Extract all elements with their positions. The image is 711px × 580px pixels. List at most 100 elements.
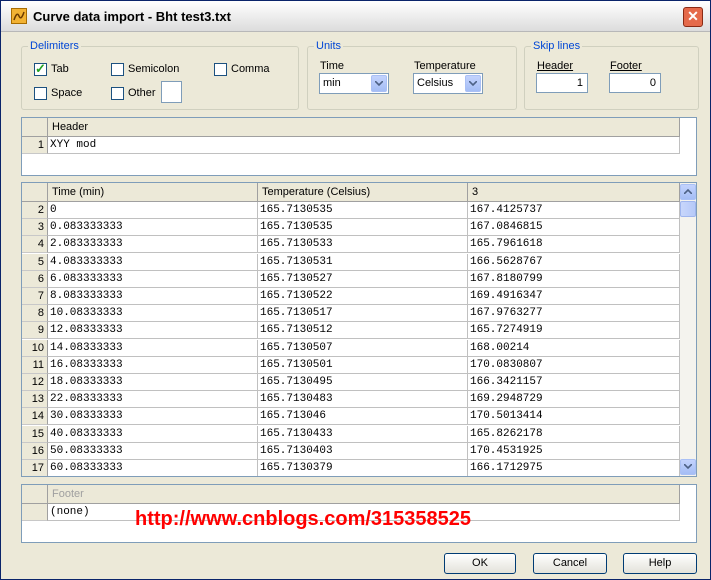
scroll-thumb[interactable] (680, 201, 696, 217)
time-cell[interactable]: 50.08333333 (48, 442, 258, 460)
column-3-cell[interactable]: 167.4125737 (468, 202, 680, 219)
temperature-cell[interactable]: 165.7130403 (258, 442, 468, 460)
time-unit-value: min (323, 77, 341, 89)
header-skip-label: Header (537, 60, 574, 72)
dialog-body: Delimiters Tab Semicolon Comma Space Oth… (1, 32, 710, 579)
temperature-cell[interactable]: 165.7130531 (258, 253, 468, 271)
column-3-cell[interactable]: 169.4916347 (468, 288, 680, 305)
row-number: 16 (22, 442, 48, 460)
time-cell[interactable]: 12.08333333 (48, 322, 258, 340)
footer-grid-corner (22, 485, 48, 504)
header-grid[interactable]: Header 1 XYY mod (21, 117, 697, 176)
curve-import-dialog: Curve data import - Bht test3.txt ✕ Deli… (0, 0, 711, 580)
chevron-down-icon[interactable] (371, 75, 387, 92)
temperature-cell[interactable]: 165.7130483 (258, 391, 468, 409)
time-unit-label: Time (320, 60, 345, 72)
column-3-cell[interactable]: 166.5628767 (468, 253, 680, 271)
temperature-cell[interactable]: 165.713046 (258, 408, 468, 426)
temperature-unit-select[interactable]: Celsius (413, 73, 483, 94)
time-cell[interactable]: 0.083333333 (48, 219, 258, 237)
title-bar[interactable]: Curve data import - Bht test3.txt ✕ (1, 1, 710, 32)
temperature-cell[interactable]: 165.7130433 (258, 425, 468, 443)
temperature-cell[interactable]: 165.7130512 (258, 322, 468, 340)
row-number: 4 (22, 236, 48, 254)
column-3-cell[interactable]: 165.8262178 (468, 425, 680, 443)
comma-label: Comma (231, 63, 270, 75)
time-cell[interactable]: 6.083333333 (48, 270, 258, 288)
time-cell[interactable]: 2.083333333 (48, 236, 258, 254)
column-3-cell[interactable]: 165.7274919 (468, 322, 680, 340)
data-grid-corner (22, 183, 48, 202)
help-button[interactable]: Help (623, 553, 697, 574)
row-number: 2 (22, 202, 48, 219)
skip-lines-legend: Skip lines (533, 40, 581, 52)
time-cell[interactable]: 22.08333333 (48, 391, 258, 409)
column-3-cell[interactable]: 170.4531925 (468, 442, 680, 460)
time-cell[interactable]: 60.08333333 (48, 460, 258, 476)
data-grid[interactable]: Time (min) Temperature (Celsius) 3 2 0 165… (21, 182, 697, 477)
temperature-cell[interactable]: 165.7130522 (258, 288, 468, 305)
column-3-cell[interactable]: 168.00214 (468, 339, 680, 357)
time-cell[interactable]: 40.08333333 (48, 425, 258, 443)
delimiters-group: Delimiters (21, 40, 299, 110)
column-header-temperature[interactable]: Temperature (Celsius) (258, 183, 468, 202)
header-grid-corner (22, 118, 48, 137)
space-checkbox[interactable] (34, 87, 47, 100)
temperature-cell[interactable]: 165.7130533 (258, 236, 468, 254)
header-grid-column[interactable]: Header (48, 118, 680, 137)
column-3-cell[interactable]: 165.7961618 (468, 236, 680, 254)
footer-row-number (22, 504, 48, 521)
window-title: Curve data import - Bht test3.txt (33, 9, 231, 24)
ok-button[interactable]: OK (444, 553, 516, 574)
time-cell[interactable]: 30.08333333 (48, 408, 258, 426)
temperature-cell[interactable]: 165.7130379 (258, 460, 468, 476)
tab-checkbox[interactable] (34, 61, 47, 77)
cancel-button[interactable]: Cancel (533, 553, 607, 574)
column-3-cell[interactable]: 166.3421157 (468, 374, 680, 391)
column-3-cell[interactable]: 167.8180799 (468, 270, 680, 288)
temperature-cell[interactable]: 165.7130495 (258, 374, 468, 391)
time-cell[interactable]: 14.08333333 (48, 339, 258, 357)
temperature-cell[interactable]: 165.7130501 (258, 356, 468, 374)
semicolon-checkbox[interactable] (111, 63, 124, 76)
temperature-cell[interactable]: 165.7130535 (258, 219, 468, 237)
temperature-unit-value: Celsius (417, 77, 454, 89)
footer-skip-input[interactable]: 0 (609, 73, 661, 93)
time-cell[interactable]: 16.08333333 (48, 356, 258, 374)
row-number: 10 (22, 339, 48, 357)
column-3-cell[interactable]: 167.9763277 (468, 305, 680, 323)
time-cell[interactable]: 0 (48, 202, 258, 219)
header-skip-input[interactable]: 1 (536, 73, 588, 93)
row-number: 5 (22, 253, 48, 271)
temperature-cell[interactable]: 165.7130507 (258, 339, 468, 357)
column-3-cell[interactable]: 169.2948729 (468, 391, 680, 409)
header-row-cell[interactable]: XYY mod (48, 137, 680, 154)
data-grid-scrollbar[interactable] (680, 183, 696, 476)
close-button[interactable]: ✕ (683, 7, 703, 27)
temperature-cell[interactable]: 165.7130535 (258, 202, 468, 219)
temperature-cell[interactable]: 165.7130527 (258, 270, 468, 288)
column-header-3[interactable]: 3 (468, 183, 680, 202)
footer-grid-column[interactable]: Footer (48, 485, 680, 504)
time-cell[interactable]: 4.083333333 (48, 253, 258, 271)
time-unit-select[interactable]: min (319, 73, 389, 94)
scroll-down-button[interactable] (680, 459, 696, 475)
comma-checkbox[interactable] (214, 63, 227, 76)
other-label: Other (128, 87, 156, 99)
column-header-time[interactable]: Time (min) (48, 183, 258, 202)
row-number: 12 (22, 374, 48, 391)
scroll-up-button[interactable] (680, 184, 696, 200)
column-3-cell[interactable]: 167.0846815 (468, 219, 680, 237)
time-cell[interactable]: 8.083333333 (48, 288, 258, 305)
time-cell[interactable]: 10.08333333 (48, 305, 258, 323)
row-number: 7 (22, 288, 48, 305)
column-3-cell[interactable]: 166.1712975 (468, 460, 680, 476)
other-delimiter-input[interactable] (161, 81, 182, 103)
chevron-down-icon[interactable] (465, 75, 481, 92)
time-cell[interactable]: 18.08333333 (48, 374, 258, 391)
column-3-cell[interactable]: 170.5013414 (468, 408, 680, 426)
other-checkbox[interactable] (111, 87, 124, 100)
column-3-cell[interactable]: 170.0830807 (468, 356, 680, 374)
temperature-cell[interactable]: 165.7130517 (258, 305, 468, 323)
row-number: 8 (22, 305, 48, 323)
